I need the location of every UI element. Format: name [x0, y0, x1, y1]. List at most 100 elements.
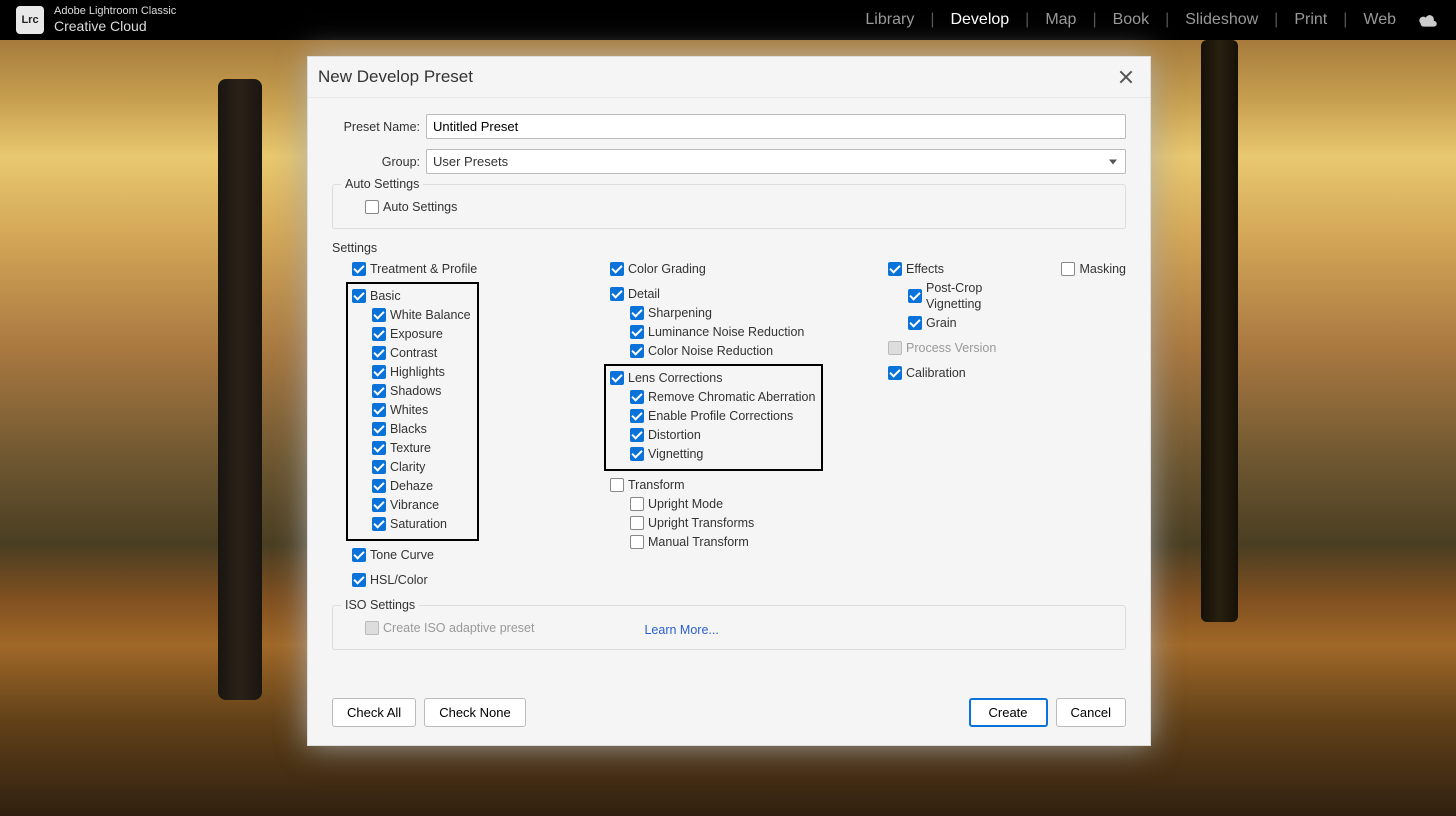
lens-child-checkbox-2[interactable]	[630, 428, 644, 442]
basic-child-checkbox-0[interactable]	[372, 308, 386, 322]
create-button[interactable]: Create	[969, 698, 1048, 727]
basic-checkbox[interactable]	[352, 289, 366, 303]
masking-checkbox[interactable]	[1061, 262, 1075, 276]
basic-child-label-0: White Balance	[390, 307, 471, 323]
effects-checkbox[interactable]	[888, 262, 902, 276]
basic-child-checkbox-7[interactable]	[372, 441, 386, 455]
effects-child-checkbox-1[interactable]	[908, 316, 922, 330]
basic-child-label-10: Vibrance	[390, 497, 439, 513]
cancel-button[interactable]: Cancel	[1056, 698, 1126, 727]
lens-child-label-1: Enable Profile Corrections	[648, 408, 793, 424]
basic-child-checkbox-1[interactable]	[372, 327, 386, 341]
transform-checkbox[interactable]	[610, 478, 624, 492]
dialog-footer: Check All Check None Create Cancel	[308, 684, 1150, 745]
basic-child-checkbox-5[interactable]	[372, 403, 386, 417]
iso-settings-legend: ISO Settings	[341, 598, 419, 612]
dialog-body: Preset Name: Group: User Presets Auto Se…	[308, 98, 1150, 684]
lens-child-label-0: Remove Chromatic Aberration	[648, 389, 815, 405]
effects-child-checkbox-0[interactable]	[908, 289, 922, 303]
create-iso-adaptive-checkbox	[365, 621, 379, 635]
separator: |	[1274, 11, 1278, 29]
basic-child-checkbox-3[interactable]	[372, 365, 386, 379]
cloud-sync-icon[interactable]	[1418, 13, 1438, 27]
lens-corrections-checkbox[interactable]	[610, 371, 624, 385]
check-all-button[interactable]: Check All	[332, 698, 416, 727]
masking-label: Masking	[1079, 261, 1126, 277]
module-library[interactable]: Library	[863, 11, 916, 29]
basic-child-label-9: Dehaze	[390, 478, 433, 494]
detail-child-checkbox-1[interactable]	[630, 325, 644, 339]
lens-child-checkbox-0[interactable]	[630, 390, 644, 404]
settings-columns: Treatment & Profile Basic White Balance E…	[332, 261, 1126, 591]
module-book[interactable]: Book	[1111, 11, 1151, 29]
basic-child-checkbox-2[interactable]	[372, 346, 386, 360]
effects-label: Effects	[906, 261, 944, 277]
group-select[interactable]: User Presets	[426, 149, 1126, 174]
check-none-button[interactable]: Check None	[424, 698, 526, 727]
detail-label: Detail	[628, 286, 660, 302]
basic-child-label-7: Texture	[390, 440, 431, 456]
transform-child-checkbox-0[interactable]	[630, 497, 644, 511]
close-icon[interactable]	[1116, 67, 1136, 87]
detail-child-label-0: Sharpening	[648, 305, 712, 321]
auto-settings-checkbox[interactable]	[365, 200, 379, 214]
settings-col-1: Treatment & Profile Basic White Balance E…	[332, 261, 570, 591]
basic-child-checkbox-4[interactable]	[372, 384, 386, 398]
process-version-label: Process Version	[906, 340, 996, 356]
hsl-color-label: HSL/Color	[370, 572, 428, 588]
preset-name-label: Preset Name:	[332, 120, 420, 134]
detail-child-checkbox-0[interactable]	[630, 306, 644, 320]
basic-child-checkbox-9[interactable]	[372, 479, 386, 493]
lens-child-checkbox-3[interactable]	[630, 447, 644, 461]
transform-child-label-0: Upright Mode	[648, 496, 723, 512]
effects-child-label-0: Post-Crop Vignetting	[926, 280, 1001, 312]
separator: |	[1165, 11, 1169, 29]
lens-child-checkbox-1[interactable]	[630, 409, 644, 423]
dialog-title: New Develop Preset	[318, 67, 473, 87]
tone-curve-checkbox[interactable]	[352, 548, 366, 562]
basic-child-checkbox-11[interactable]	[372, 517, 386, 531]
detail-checkbox[interactable]	[610, 287, 624, 301]
app-titles: Adobe Lightroom Classic Creative Cloud	[54, 5, 176, 35]
learn-more-link[interactable]: Learn More...	[644, 623, 718, 637]
hsl-color-checkbox[interactable]	[352, 573, 366, 587]
basic-label: Basic	[370, 288, 401, 304]
basic-child-label-1: Exposure	[390, 326, 443, 342]
dialog-header: New Develop Preset	[308, 57, 1150, 98]
separator: |	[1343, 11, 1347, 29]
module-print[interactable]: Print	[1292, 11, 1329, 29]
tone-curve-label: Tone Curve	[370, 547, 434, 563]
module-picker: Library | Develop | Map | Book | Slidesh…	[863, 11, 1456, 29]
treatment-profile-label: Treatment & Profile	[370, 261, 477, 277]
transform-label: Transform	[628, 477, 685, 493]
module-develop[interactable]: Develop	[948, 11, 1011, 29]
calibration-checkbox[interactable]	[888, 366, 902, 380]
treatment-profile-checkbox[interactable]	[352, 262, 366, 276]
module-web[interactable]: Web	[1361, 11, 1398, 29]
preset-name-input[interactable]	[426, 114, 1126, 139]
basic-child-label-5: Whites	[390, 402, 428, 418]
detail-child-label-1: Luminance Noise Reduction	[648, 324, 804, 340]
lens-child-label-2: Distortion	[648, 427, 701, 443]
group-label: Group:	[332, 155, 420, 169]
module-map[interactable]: Map	[1043, 11, 1078, 29]
basic-child-checkbox-8[interactable]	[372, 460, 386, 474]
detail-child-checkbox-2[interactable]	[630, 344, 644, 358]
suite-name: Creative Cloud	[54, 18, 176, 35]
basic-child-checkbox-6[interactable]	[372, 422, 386, 436]
effects-child-label-1: Grain	[926, 315, 957, 331]
transform-child-label-1: Upright Transforms	[648, 515, 754, 531]
color-grading-label: Color Grading	[628, 261, 706, 277]
basic-child-label-11: Saturation	[390, 516, 447, 532]
transform-child-label-2: Manual Transform	[648, 534, 749, 550]
color-grading-checkbox[interactable]	[610, 262, 624, 276]
separator: |	[1092, 11, 1096, 29]
basic-child-checkbox-10[interactable]	[372, 498, 386, 512]
lens-child-label-3: Vignetting	[648, 446, 703, 462]
detail-child-label-2: Color Noise Reduction	[648, 343, 773, 359]
transform-child-checkbox-2[interactable]	[630, 535, 644, 549]
iso-settings-section: ISO Settings Create ISO adaptive preset …	[332, 605, 1126, 650]
auto-settings-legend: Auto Settings	[341, 177, 423, 191]
transform-child-checkbox-1[interactable]	[630, 516, 644, 530]
module-slideshow[interactable]: Slideshow	[1183, 11, 1260, 29]
